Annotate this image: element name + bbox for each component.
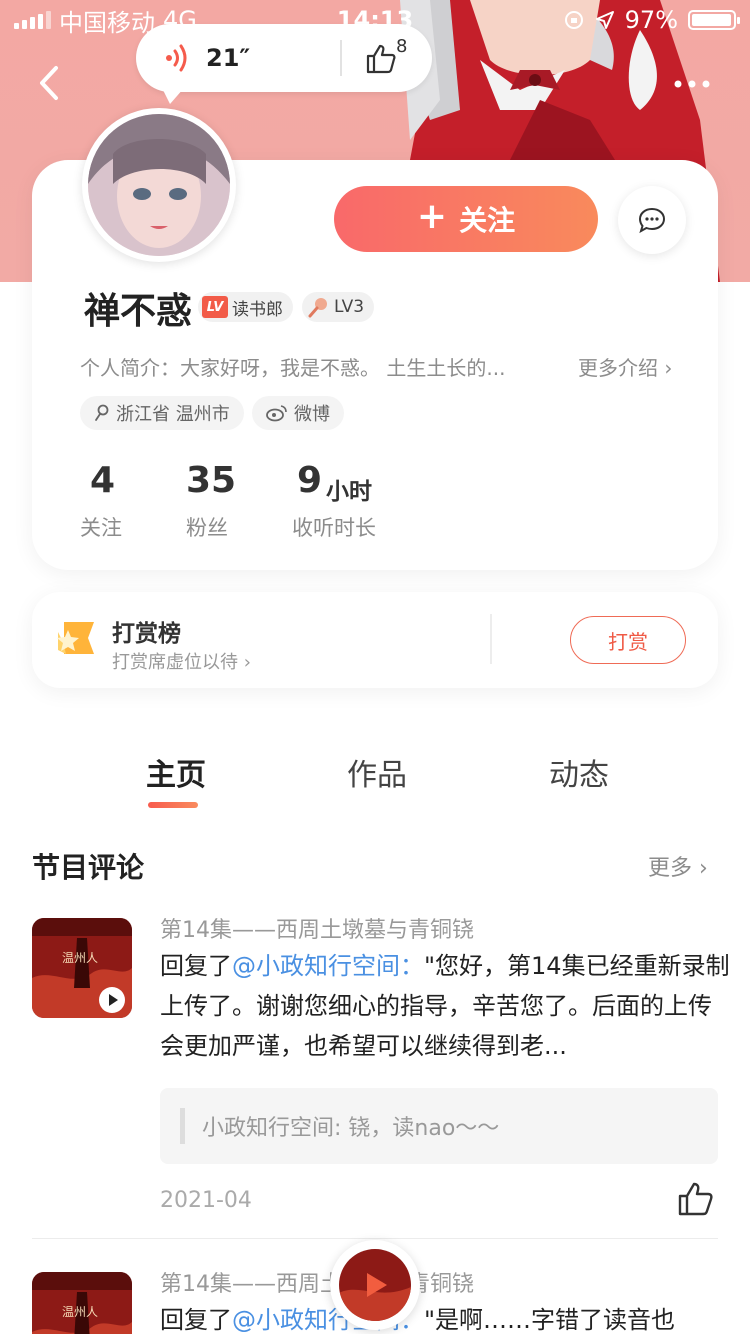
comment-body: "是啊……字错了读音也 — [424, 1306, 676, 1334]
signal-strength-icon — [14, 11, 51, 29]
reward-title: 打赏榜 — [112, 621, 181, 647]
reward-divider — [490, 614, 492, 664]
avatar[interactable] — [82, 108, 236, 262]
voice-wave-icon — [166, 44, 187, 72]
user-nickname: 禅不惑 — [84, 291, 193, 332]
stat-following-value: 4 — [90, 460, 116, 501]
stat-listening-unit: 小时 — [326, 479, 372, 505]
reader-badge-label: 读书郎 — [232, 299, 283, 320]
floating-player-cover — [339, 1249, 411, 1321]
reward-subtitle: 打赏席虚位以待 › — [112, 648, 251, 674]
thumbs-up-icon[interactable] — [676, 1180, 714, 1218]
follow-label: 关注 — [459, 204, 516, 237]
intro-more-link[interactable]: 更多介绍 › — [578, 352, 672, 381]
comment-text: 回复了@小政知行空间："您好，第14集已经重新录制上传了。谢谢您细心的指导，辛苦… — [160, 946, 730, 1066]
stat-listening-value: 9 — [297, 460, 323, 501]
tab-home[interactable]: 主页 — [146, 750, 206, 794]
comment-text: 回复了@小政知行空间："是啊……字错了读音也 — [160, 1300, 730, 1334]
reward-board-card[interactable]: 打赏榜 打赏席虚位以待 › 打赏 — [32, 592, 718, 688]
tab-activity[interactable]: 动态 — [549, 750, 609, 794]
stat-fans-label: 粉丝 — [186, 516, 228, 540]
stat-following-label: 关注 — [80, 516, 122, 540]
quote-text: 小政知行空间: 铙，读nao～～ — [202, 1116, 500, 1141]
voice-intro-bubble[interactable]: 21″ 8 — [136, 24, 432, 104]
weibo-icon — [266, 405, 287, 422]
cover-title-text: 温州人 — [62, 1305, 98, 1319]
play-icon[interactable] — [98, 986, 126, 1014]
active-tab-indicator — [148, 802, 198, 808]
chevron-right-icon: › — [664, 356, 673, 380]
lv-book-badge-icon: LV — [202, 296, 228, 318]
tab-works[interactable]: 作品 — [347, 750, 407, 794]
cover-title-text: 温州人 — [62, 951, 98, 965]
section-title: 节目评论 — [32, 851, 145, 884]
chevron-right-icon: › — [238, 652, 251, 673]
reply-prefix: 回复了 — [160, 1306, 232, 1334]
location-arrow-icon — [595, 11, 614, 29]
reward-star-icon — [57, 622, 94, 654]
episode-title[interactable]: 第14集——西周土墩墓与青铜铙 — [160, 1266, 474, 1298]
battery-percent: 97% — [624, 6, 678, 34]
weibo-chip[interactable]: 微博 — [252, 396, 344, 430]
carrier-name: 中国移动 — [59, 8, 155, 37]
battery-icon — [688, 10, 740, 30]
plus-icon: + — [416, 196, 448, 237]
reward-button[interactable]: 打赏 — [570, 616, 686, 664]
follow-button[interactable]: + 关注 — [334, 186, 598, 252]
quoted-comment: 小政知行空间: 铙，读nao～～ — [160, 1088, 718, 1164]
level-badge[interactable]: LV3 — [302, 292, 375, 322]
chat-bubble-icon — [638, 207, 666, 234]
chevron-right-icon: › — [692, 856, 708, 881]
back-arrow-icon[interactable] — [30, 60, 70, 106]
reply-prefix: 回复了 — [160, 952, 232, 980]
voice-like-count: 8 — [396, 36, 408, 57]
more-options-icon[interactable] — [670, 70, 714, 98]
voice-duration: 21″ — [206, 44, 251, 72]
reward-subtitle-text: 打赏席虚位以待 — [112, 652, 238, 673]
stat-fans-value: 35 — [186, 460, 237, 501]
voice-divider — [340, 40, 342, 76]
comment-date: 2021-04 — [160, 1188, 252, 1213]
section-more-label: 更多 — [648, 856, 693, 881]
floating-player-button[interactable] — [330, 1240, 420, 1330]
reader-badge[interactable]: LV 读书郎 — [198, 292, 293, 322]
thumbs-up-icon[interactable] — [364, 42, 398, 76]
quote-bar — [180, 1108, 185, 1144]
location-label: 浙江省 温州市 — [116, 404, 230, 425]
weibo-label: 微博 — [294, 404, 330, 425]
stat-listening-label: 收听时长 — [292, 516, 376, 540]
comment-divider — [32, 1238, 718, 1239]
location-pin-icon — [95, 404, 109, 421]
message-button[interactable] — [618, 186, 686, 254]
level-badge-label: LV3 — [334, 297, 365, 317]
section-more-link[interactable]: 更多 › — [648, 850, 708, 882]
rotation-lock-icon — [564, 11, 583, 29]
microphone-icon — [308, 298, 327, 318]
mention-link[interactable]: @小政知行空间： — [232, 952, 424, 980]
intro-more-label: 更多介绍 — [578, 356, 658, 380]
episode-cover[interactable]: 温州人 — [32, 918, 132, 1018]
profile-intro: 个人简介：大家好呀，我是不惑。 土生土长的... — [80, 356, 506, 380]
location-chip: 浙江省 温州市 — [80, 396, 244, 430]
episode-cover[interactable]: 温州人 — [32, 1272, 132, 1334]
episode-title[interactable]: 第14集——西周土墩墓与青铜铙 — [160, 912, 474, 944]
